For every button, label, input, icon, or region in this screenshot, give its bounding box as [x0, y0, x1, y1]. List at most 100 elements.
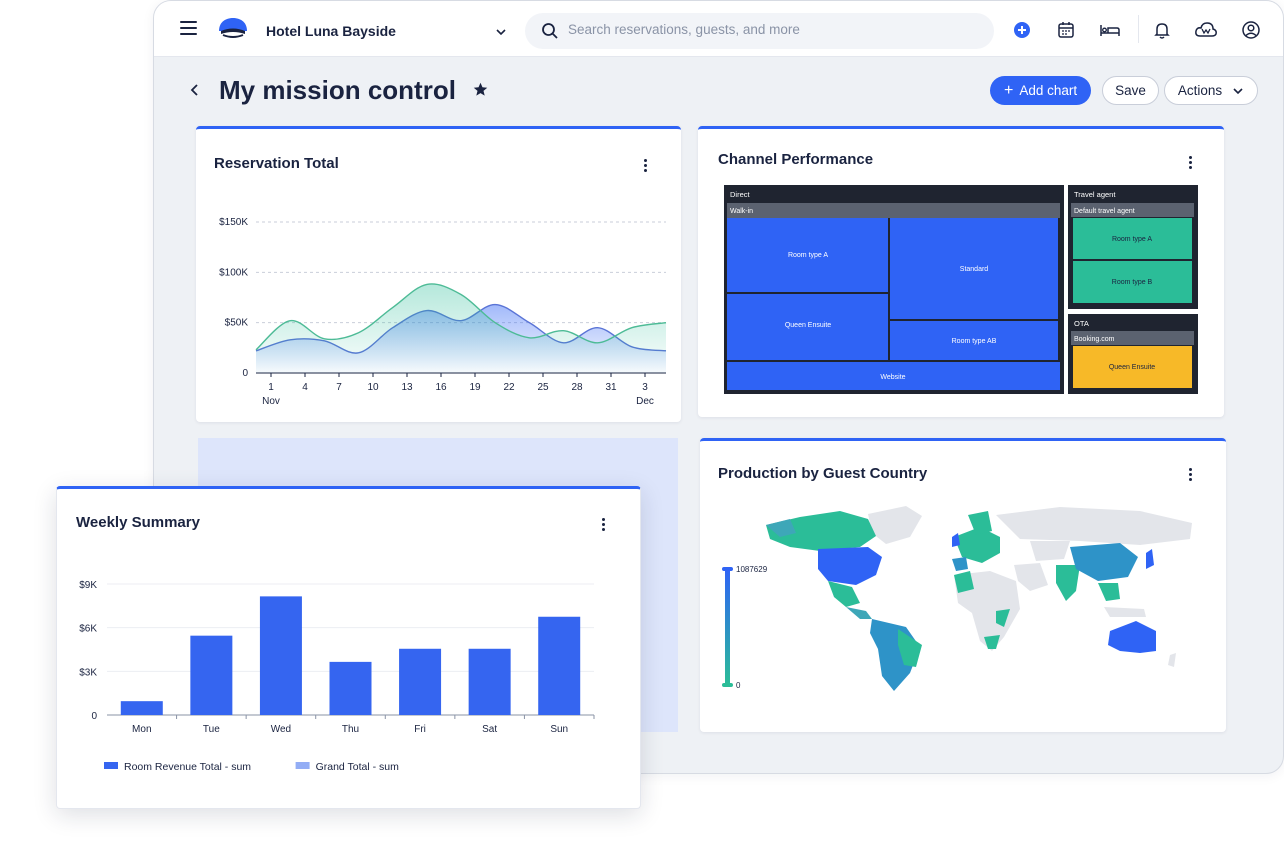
region-central-america	[846, 607, 872, 619]
add-chart-label: Add chart	[1019, 83, 1078, 98]
y-tick-label: $150K	[219, 217, 248, 228]
bed-icon[interactable]	[1099, 20, 1121, 40]
actions-button[interactable]: Actions	[1164, 76, 1258, 105]
plus-icon: +	[1004, 81, 1014, 99]
menu-icon[interactable]	[180, 21, 197, 35]
color-scale-min: 0	[736, 681, 741, 690]
region-iberia	[952, 557, 968, 571]
x-tick-label: Fri	[414, 724, 426, 735]
x-tick-label: 13	[401, 382, 413, 393]
treemap-tile-label: Room type A	[788, 252, 828, 259]
x-month-label: Dec	[636, 396, 654, 407]
region-japan	[1146, 549, 1154, 569]
legend-swatch	[104, 762, 118, 769]
region-china	[1070, 543, 1138, 581]
actions-label: Actions	[1177, 83, 1223, 98]
region-central-asia	[1030, 541, 1070, 561]
y-tick-label: $3K	[79, 667, 97, 678]
legend-label: Room Revenue Total - sum	[124, 761, 251, 773]
region-new-zealand	[1168, 653, 1176, 667]
treemap-tile-label: Room type B	[1112, 279, 1153, 286]
channel-treemap: Direct Walk-in Room type A Standard Quee…	[724, 185, 1198, 394]
x-tick-label: 3	[642, 382, 648, 393]
chevron-down-icon[interactable]	[495, 24, 507, 42]
star-icon[interactable]	[473, 82, 488, 97]
bell-icon[interactable]	[1152, 20, 1172, 40]
x-tick-label: 28	[571, 382, 583, 393]
y-tick-label: $9K	[79, 580, 97, 591]
calendar-icon[interactable]	[1056, 20, 1076, 40]
production-by-country-card: Production by Guest Country 1087629 0	[700, 438, 1226, 732]
x-tick-label: Wed	[271, 724, 291, 735]
x-tick-label: 19	[469, 382, 481, 393]
x-tick-label: Sun	[550, 724, 568, 735]
x-tick-label: 25	[537, 382, 549, 393]
search-bar[interactable]	[525, 13, 994, 49]
y-tick-label: 0	[91, 711, 97, 722]
treemap-label-direct: Direct	[730, 190, 751, 199]
treemap-tile-label: Room type AB	[952, 338, 997, 345]
bar	[329, 661, 372, 715]
bar	[190, 635, 233, 715]
treemap-label-travel-agent: Travel agent	[1074, 190, 1116, 199]
legend-label: Grand Total - sum	[316, 761, 400, 773]
reservation-total-card: Reservation Total $150K $100K $50K 0 1 4 7 10 13…	[196, 126, 681, 422]
x-tick-label: 16	[435, 382, 447, 393]
x-tick-label: Tue	[203, 724, 220, 735]
treemap-tile-label: Room type A	[1112, 236, 1152, 243]
treemap-tile-label: Queen Ensuite	[1109, 364, 1155, 371]
y-tick-label: $50K	[225, 318, 249, 329]
weekly-bar-chart: $9K $6K $3K 0 Mon Tue Wed Thu Fri Sat Sun Room Reve…	[79, 580, 595, 773]
top-bar: Hotel Luna Bayside	[154, 1, 1283, 57]
x-tick-label: 10	[367, 382, 379, 393]
chevron-down-icon	[1233, 87, 1243, 94]
channel-performance-card: Channel Performance Direct Walk-in Room …	[698, 126, 1224, 417]
x-month-label: Nov	[262, 396, 280, 407]
treemap-subgroup-label: Default travel agent	[1074, 208, 1135, 215]
x-tick-label: 4	[302, 382, 308, 393]
cloud-app-icon[interactable]	[1194, 20, 1218, 40]
hotel-name[interactable]: Hotel Luna Bayside	[266, 23, 396, 39]
region-greenland	[868, 506, 922, 544]
user-avatar-icon[interactable]	[1241, 20, 1261, 40]
x-tick-label: Mon	[132, 724, 151, 735]
y-tick-label: $6K	[79, 624, 97, 635]
search-input[interactable]	[568, 22, 978, 37]
series-area	[256, 283, 666, 373]
x-tick-label: 1	[268, 382, 274, 393]
treemap-subgroup-walkin	[727, 203, 1060, 218]
back-arrow-icon[interactable]	[190, 83, 200, 97]
treemap-label-walkin: Walk-in	[730, 208, 753, 215]
color-scale-max: 1087629	[736, 565, 768, 574]
region-middle-east	[1014, 563, 1048, 591]
bar	[538, 616, 581, 715]
add-circle-icon[interactable]	[1012, 20, 1032, 40]
legend-swatch	[295, 762, 310, 769]
y-tick-label: $100K	[219, 267, 248, 278]
color-scale-max-marker	[722, 567, 733, 571]
y-tick-label: 0	[242, 368, 248, 379]
region-usa	[818, 547, 882, 585]
add-chart-button[interactable]: + Add chart	[990, 76, 1092, 105]
x-tick-label: Sat	[482, 724, 497, 735]
treemap-tile-label: Queen Ensuite	[785, 322, 831, 329]
x-tick-label: 22	[503, 382, 515, 393]
bar	[259, 596, 302, 715]
page-header: My mission control + Add chart Save Acti…	[154, 57, 1283, 127]
reservation-area-chart: $150K $100K $50K 0 1 4 7 10 13 16 19 22 25 28 31 3 Nov De…	[219, 217, 667, 407]
bar	[120, 701, 163, 715]
region-indonesia	[1104, 607, 1146, 617]
region-mexico	[828, 581, 860, 607]
color-scale-bar	[725, 569, 730, 685]
search-icon	[542, 23, 558, 39]
treemap-tile-label: Standard	[960, 266, 989, 273]
region-south-africa	[984, 635, 1000, 649]
toolbar-divider	[1138, 15, 1139, 43]
x-tick-label: 31	[605, 382, 617, 393]
x-tick-label: 7	[336, 382, 342, 393]
weekly-summary-card: Weekly Summary $9K $6K $3K 0 Mon Tue Wed Thu Fri…	[56, 486, 641, 809]
treemap-subgroup-label: Booking.com	[1074, 336, 1115, 343]
world-map: 1087629 0	[722, 506, 1192, 691]
region-russia	[996, 507, 1192, 545]
save-button[interactable]: Save	[1102, 76, 1159, 105]
